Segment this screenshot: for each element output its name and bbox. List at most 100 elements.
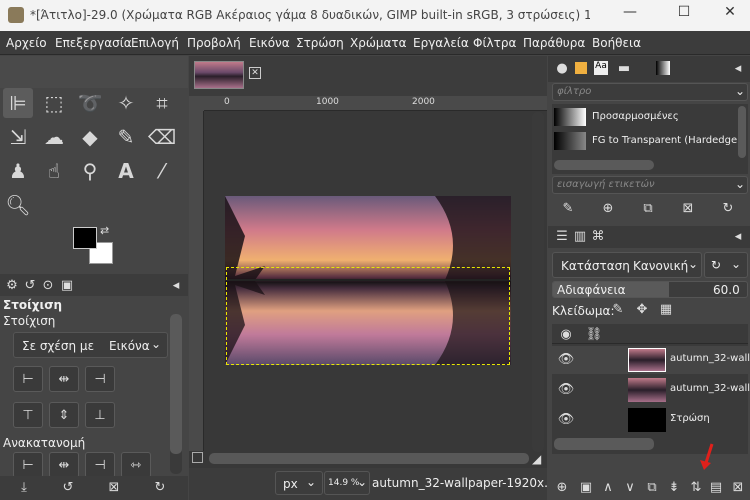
delete-layer-icon[interactable]: ⊠ xyxy=(728,480,748,495)
swap-colors-icon[interactable]: ⇄ xyxy=(100,224,109,237)
align-left-button[interactable]: ⊢ xyxy=(13,366,43,392)
clone-tool-icon[interactable]: ♟ xyxy=(3,156,33,186)
menu-view[interactable]: Προβολή xyxy=(187,36,241,50)
menu-select[interactable]: Επιλογή xyxy=(131,36,179,50)
eye-icon[interactable]: 👁︎ xyxy=(556,382,576,397)
warp-tool-icon[interactable]: ☁ xyxy=(39,122,69,152)
paintbrush-icon[interactable]: ✎ xyxy=(111,122,141,152)
reset-options-icon[interactable]: ↻ xyxy=(150,480,170,495)
document-history-tab-icon[interactable]: ▬ xyxy=(614,61,634,76)
gradients-tab-icon[interactable] xyxy=(656,61,670,75)
merge-down-icon[interactable]: ⇟ xyxy=(664,480,684,495)
new-layer-icon[interactable]: ⊕ xyxy=(552,480,572,495)
opacity-slider[interactable]: Αδιαφάνεια 60.0 xyxy=(552,281,748,298)
table-row[interactable]: 👁︎ autumn_32-wallp xyxy=(552,346,750,374)
tag-input[interactable]: εισαγωγή ετικετών ⌄ xyxy=(552,176,748,194)
table-row[interactable]: 👁︎ autumn_32-wallp xyxy=(552,376,750,404)
eraser-icon[interactable]: ⌫ xyxy=(147,122,177,152)
menu-windows[interactable]: Παράθυρα xyxy=(523,36,585,50)
patterns-tab-icon[interactable] xyxy=(575,62,587,74)
lock-pixels-icon[interactable]: ✎ xyxy=(608,302,628,317)
rect-select-icon[interactable]: ⬚ xyxy=(39,88,69,118)
refresh-gradients-icon[interactable]: ↻ xyxy=(718,201,738,216)
align-bottom-button[interactable]: ⊥ xyxy=(85,402,115,428)
brushes-tab-icon[interactable]: ● xyxy=(552,61,572,76)
menu-file[interactable]: Αρχείο xyxy=(6,36,47,50)
restore-options-icon[interactable]: ↺ xyxy=(58,480,78,495)
transform-tool-icon[interactable]: ⇲ xyxy=(3,122,33,152)
menu-image[interactable]: Εικόνα xyxy=(249,36,290,50)
bucket-fill-icon[interactable]: ◆ xyxy=(75,122,105,152)
delete-gradient-icon[interactable]: ⊠ xyxy=(678,201,698,216)
text-tool-icon[interactable]: A xyxy=(111,156,141,186)
new-gradient-icon[interactable]: ⊕ xyxy=(598,201,618,216)
horizontal-ruler[interactable]: 0 1000 2000 xyxy=(204,96,547,111)
delete-options-icon[interactable]: ⊠ xyxy=(104,480,124,495)
raise-layer-icon[interactable]: ∧ xyxy=(598,480,618,495)
device-status-tab-icon[interactable]: ↺ xyxy=(20,278,40,293)
maximize-button[interactable]: ☐ xyxy=(664,4,704,26)
fonts-tab-icon[interactable]: Aa xyxy=(594,61,608,75)
zoom-tool-icon[interactable]: 🔍︎ xyxy=(3,190,33,220)
color-picker-icon[interactable]: ⁄ xyxy=(147,156,177,186)
image-tab-thumbnail[interactable] xyxy=(194,61,244,89)
brush-filter-input[interactable]: φίλτρο ⌄ xyxy=(552,83,748,101)
tab-menu-icon[interactable]: ◂ xyxy=(728,61,748,76)
anchor-layer-icon[interactable]: ⇅ xyxy=(686,480,706,495)
table-row[interactable]: 👁︎ Στρώση xyxy=(552,406,748,434)
smudge-tool-icon[interactable]: ☝ xyxy=(39,156,69,186)
lock-position-icon[interactable]: ✥ xyxy=(632,302,652,317)
duplicate-gradient-icon[interactable]: ⧉ xyxy=(638,201,658,216)
tool-options-scrollbar[interactable] xyxy=(170,314,182,474)
crop-tool-icon[interactable]: ⌗ xyxy=(147,88,177,118)
distribute-width-button[interactable]: ⇿ xyxy=(121,452,151,478)
horizontal-scrollbar[interactable] xyxy=(209,453,529,464)
align-hcenter-button[interactable]: ⇹ xyxy=(49,366,79,392)
eye-icon[interactable]: 👁︎ xyxy=(556,352,576,367)
fuzzy-select-icon[interactable]: ✧ xyxy=(111,88,141,118)
tab-menu-icon[interactable]: ◂ xyxy=(728,229,748,244)
relative-to-select[interactable]: Σε σχέση με Εικόνα ⌄ xyxy=(13,332,168,358)
menu-tools[interactable]: Εργαλεία xyxy=(413,36,469,50)
menu-colors[interactable]: Χρώματα xyxy=(350,36,407,50)
align-vcenter-button[interactable]: ⇕ xyxy=(49,402,79,428)
list-item[interactable]: Προσαρμοσμένες xyxy=(552,106,732,128)
vertical-scrollbar[interactable] xyxy=(532,112,544,452)
duplicate-layer-icon[interactable]: ⧉ xyxy=(642,480,662,495)
align-tool-icon[interactable]: ⊫ xyxy=(3,88,33,118)
save-options-icon[interactable]: ⤓ xyxy=(14,480,34,495)
layer-mask-icon[interactable]: ▤ xyxy=(706,480,726,495)
align-right-button[interactable]: ⊣ xyxy=(85,366,115,392)
layers-list-scrollbar[interactable] xyxy=(554,438,654,450)
navigate-icon[interactable]: ◢ xyxy=(532,452,541,466)
minimize-button[interactable]: — xyxy=(610,4,650,26)
undo-history-tab-icon[interactable]: ⊙ xyxy=(38,278,58,293)
vertical-ruler[interactable] xyxy=(189,111,204,451)
zoom-select[interactable]: 14.9 % ⌄ xyxy=(324,471,370,495)
menu-edit[interactable]: Επεξεργασία xyxy=(55,36,132,50)
gradient-vscroll[interactable] xyxy=(738,106,746,158)
quick-mask-icon[interactable] xyxy=(192,452,203,463)
tab-menu-icon[interactable]: ◂ xyxy=(166,278,186,293)
unit-select[interactable]: px ⌄ xyxy=(275,471,323,495)
close-tab-icon[interactable]: ✕ xyxy=(249,67,261,79)
close-window-button[interactable]: ✕ xyxy=(710,4,750,26)
new-layer-group-icon[interactable]: ▣ xyxy=(576,480,596,495)
eye-icon[interactable]: 👁︎ xyxy=(556,412,576,427)
menu-layer[interactable]: Στρώση xyxy=(296,36,344,50)
composite-mode-select[interactable]: ↻ ⌄ xyxy=(704,252,748,278)
menu-help[interactable]: Βοήθεια xyxy=(592,36,641,50)
dodge-burn-icon[interactable]: ⚲ xyxy=(75,156,105,186)
layer-mode-select[interactable]: Κατάσταση Κανονική ⌄ xyxy=(552,252,702,278)
gradient-list-scrollbar[interactable] xyxy=(554,160,654,170)
images-tab-icon[interactable]: ▣ xyxy=(57,278,77,293)
align-top-button[interactable]: ⊤ xyxy=(13,402,43,428)
foreground-color-swatch[interactable] xyxy=(73,227,97,249)
menu-filters[interactable]: Φίλτρα xyxy=(473,36,516,50)
paths-tab-icon[interactable]: ⌘ xyxy=(588,229,608,244)
layers-tab-icon[interactable]: ☰ xyxy=(552,229,572,244)
distribute-right-button[interactable]: ⊣ xyxy=(85,452,115,478)
distribute-left-button[interactable]: ⊢ xyxy=(13,452,43,478)
lock-alpha-icon[interactable]: ▦ xyxy=(656,302,676,317)
tool-options-tab-icon[interactable]: ⚙ xyxy=(2,278,22,293)
